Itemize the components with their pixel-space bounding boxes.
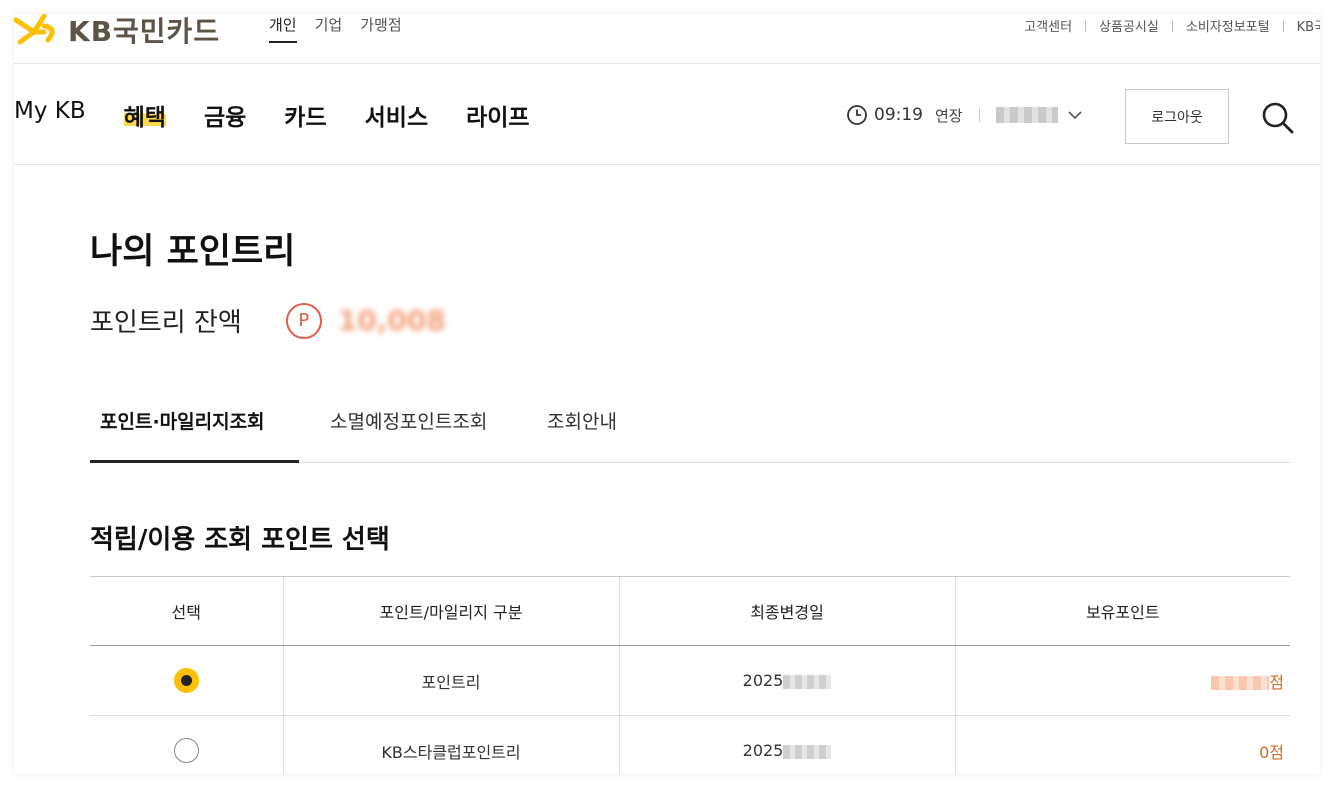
select-radio-star-club[interactable] [173,738,199,763]
points-suffix: 점 [1269,672,1284,692]
customer-segments: 개인 기업 가맹점 [269,14,402,43]
select-cell [90,645,283,716]
kb-group-link[interactable]: KB국 [1297,16,1320,35]
nav-item-life[interactable]: 라이프 [466,98,529,132]
balance-row: 포인트리 잔액 P 10,008 [90,302,446,339]
divider [1085,19,1087,32]
last-changed-cell: 2025 [618,715,955,774]
chevron-down-icon[interactable] [1068,110,1082,120]
nav-item-benefits[interactable]: 혜택 [123,98,166,132]
select-cell [90,715,283,774]
point-type-cell: 포인트리 [282,645,619,716]
column-header: 최종변경일 [618,576,955,646]
logout-button[interactable]: 로그아웃 [1125,89,1229,144]
divider [978,108,980,122]
nav-item-my-kb[interactable]: My KB [14,98,86,132]
nav-item-service[interactable]: 서비스 [365,98,428,132]
kb-star-icon [14,14,55,45]
utility-bar: KB국민카드 개인 기업 가맹점 고객센터 상품공시실 소비자정보포털 KB국 [14,14,1320,64]
customer-center-link[interactable]: 고객센터 [1024,16,1072,35]
page-frame: KB국민카드 개인 기업 가맹점 고객센터 상품공시실 소비자정보포털 KB국 … [14,14,1320,774]
segment-business[interactable]: 기업 [315,14,343,43]
section-title: 적립/이용 조회 포인트 선택 [90,525,390,555]
session-info: 09:19 연장 [846,104,1082,126]
column-header: 보유포인트 [954,576,1290,646]
product-disclosure-link[interactable]: 상품공시실 [1099,16,1159,35]
nav-menu: My KB 혜택 금융 카드 서비스 라이프 [14,98,568,132]
search-icon[interactable] [1258,98,1298,138]
points-cell: 0점 [954,715,1290,774]
tab-bar: 포인트·마일리지조회 소멸예정포인트조회 조회안내 [90,395,1290,463]
table-header-row: 선택 포인트/마일리지 구분 최종변경일 보유포인트 [90,576,1290,646]
nav-item-card[interactable]: 카드 [284,98,326,132]
column-header: 포인트/마일리지 구분 [282,576,619,646]
utility-links: 고객센터 상품공시실 소비자정보포털 KB국 [1024,16,1320,35]
tab-inquiry-guide[interactable]: 조회안내 [537,395,627,463]
masked-points [1211,676,1270,690]
balance-value: 10,008 [337,304,446,337]
column-header: 선택 [90,576,283,646]
last-changed-cell: 2025 [618,645,955,716]
select-radio-pointree[interactable] [173,668,199,693]
divider [1282,19,1284,32]
tab-point-mileage[interactable]: 포인트·마일리지조회 [90,395,299,463]
table-row[interactable]: KB스타클럽포인트리 2025 0점 [90,715,1290,774]
nav-item-finance[interactable]: 금융 [204,98,246,132]
user-name-masked[interactable] [995,107,1058,123]
date-text: 2025 [742,671,784,690]
logo-text: KB국민카드 [68,15,221,48]
session-time: 09:19 [874,105,923,125]
consumer-portal-link[interactable]: 소비자정보포털 [1186,16,1270,35]
masked-date [783,744,832,759]
masked-date [783,674,832,689]
extend-session-button[interactable]: 연장 [935,105,963,126]
clock-icon [847,105,867,125]
balance-label: 포인트리 잔액 [90,308,242,338]
date-text: 2025 [742,741,784,760]
segment-personal[interactable]: 개인 [269,14,297,43]
main-nav: My KB 혜택 금융 카드 서비스 라이프 09:19 연장 로그아웃 [14,64,1320,165]
kb-logo[interactable]: KB국민카드 [14,14,220,50]
points-table: 선택 포인트/마일리지 구분 최종변경일 보유포인트 포인트리 2025 점 K… [90,576,1290,774]
point-type-cell: KB스타클럽포인트리 [282,715,619,774]
tab-expiring-points[interactable]: 소멸예정포인트조회 [320,395,497,463]
divider [1171,19,1173,32]
segment-merchant[interactable]: 가맹점 [360,14,401,43]
table-row[interactable]: 포인트리 2025 점 [90,645,1290,716]
points-cell: 점 [954,645,1290,716]
point-badge-icon: P [285,302,322,339]
page-title: 나의 포인트리 [90,232,296,272]
